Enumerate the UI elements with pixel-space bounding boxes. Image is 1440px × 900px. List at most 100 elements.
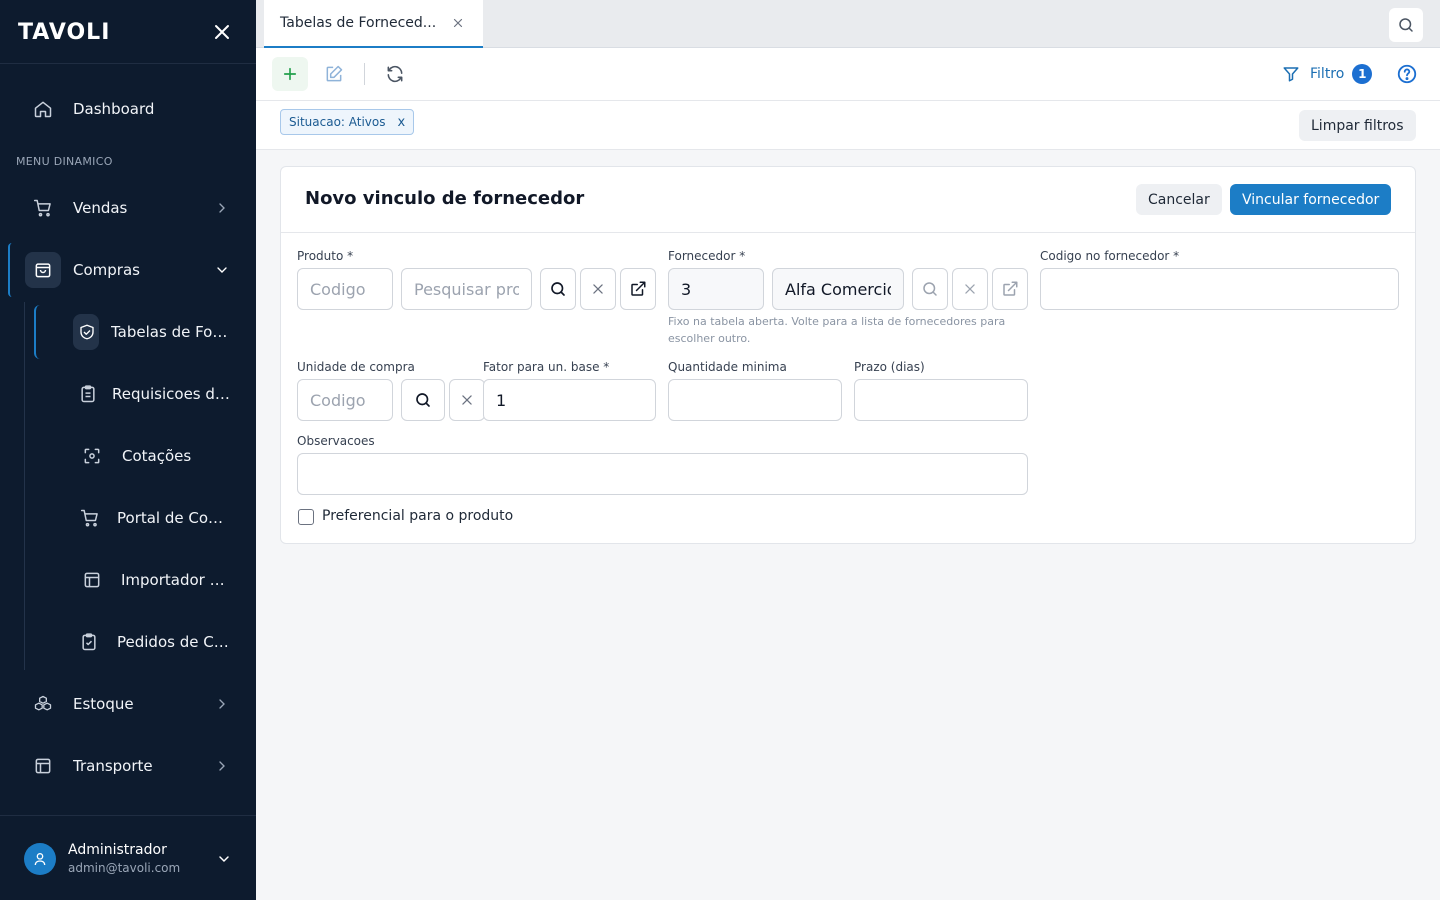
sidebar-subitem-label: Pedidos de Compra (117, 633, 232, 651)
sidebar: TAVOLI Dashboard MENU DINAMICO Vendas Co… (0, 0, 256, 900)
filter-icon (1282, 65, 1300, 83)
unidade-clear-button[interactable] (449, 379, 485, 421)
filter-chip-label: Situacao: Ativos (289, 115, 386, 129)
clear-filters-button[interactable]: Limpar filtros (1299, 110, 1416, 141)
form-header: Novo vinculo de fornecedor Cancelar Vinc… (281, 167, 1415, 233)
codigo-fornecedor-input[interactable] (1040, 268, 1399, 310)
search-icon (921, 280, 939, 298)
filter-count-badge: 1 (1352, 64, 1373, 84)
preferencial-label: Preferencial para o produto (322, 508, 514, 524)
sidebar-subitem-tabelas-fornecedores[interactable]: Tabelas de Fornecedores (0, 309, 256, 355)
sidebar-item-label: Compras (73, 261, 140, 279)
menu-section-label: MENU DINAMICO (16, 155, 113, 168)
sidebar-item-transporte[interactable]: Transporte (0, 743, 256, 789)
search-icon (549, 280, 567, 298)
unidade-codigo-input[interactable] (297, 379, 393, 421)
produto-open-button[interactable] (620, 268, 656, 310)
sidebar-subitem-portal-compras[interactable]: Portal de Compras (0, 495, 256, 541)
add-button[interactable] (272, 57, 308, 91)
refresh-icon (385, 64, 405, 84)
unidade-compra-label: Unidade de compra (297, 360, 415, 374)
layout-icon (33, 756, 53, 776)
quantidade-minima-input[interactable] (668, 379, 842, 421)
sidebar-item-dashboard[interactable]: Dashboard (0, 86, 256, 132)
handshake-icon (78, 322, 98, 342)
chevron-right-icon (214, 758, 230, 774)
filter-label: Filtro (1310, 66, 1345, 82)
cart-icon (33, 198, 53, 218)
preferencial-checkbox[interactable] (298, 509, 314, 525)
sidebar-divider (0, 63, 256, 64)
external-link-icon (629, 280, 647, 298)
user-panel[interactable]: Administrador admin@tavoli.com (0, 815, 256, 900)
refresh-button[interactable] (377, 57, 413, 91)
sidebar-item-estoque[interactable]: Estoque (0, 681, 256, 727)
edit-button[interactable] (316, 57, 352, 91)
chevron-down-icon (214, 262, 230, 278)
quantidade-minima-label: Quantidade minima (668, 360, 787, 374)
produto-search-input[interactable] (401, 268, 532, 310)
sidebar-subitem-label: Tabelas de Fornecedores (111, 323, 229, 341)
prazo-input[interactable] (854, 379, 1028, 421)
sidebar-subitem-label: Portal de Compras (117, 509, 232, 527)
shopping-bag-icon (33, 260, 53, 280)
submenu-guide-line (24, 302, 25, 670)
close-icon[interactable] (452, 17, 464, 29)
sidebar-subitem-requisicoes[interactable]: Requisicoes de Compra (0, 371, 256, 417)
fator-label: Fator para un. base * (483, 360, 610, 374)
edit-icon (324, 64, 344, 84)
observacoes-label: Observacoes (297, 434, 375, 448)
fornecedor-codigo-input[interactable] (668, 268, 764, 310)
scan-icon (82, 446, 102, 466)
chevron-down-icon[interactable] (216, 851, 232, 867)
prazo-label: Prazo (dias) (854, 360, 925, 374)
close-sidebar-icon[interactable] (210, 20, 234, 44)
clipboard-check-icon (79, 632, 99, 652)
produto-codigo-input[interactable] (297, 268, 393, 310)
observacoes-input[interactable] (297, 453, 1028, 495)
produto-label: Produto * (297, 249, 354, 263)
sidebar-subitem-importador-xml[interactable]: Importador XML (0, 557, 256, 603)
close-icon (460, 393, 474, 407)
sidebar-subitem-pedidos-compra[interactable]: Pedidos de Compra (0, 619, 256, 665)
sidebar-subitem-label: Requisicoes de Compra (112, 385, 232, 403)
sidebar-item-label: Dashboard (73, 100, 155, 118)
avatar (24, 843, 56, 875)
fornecedor-open-button[interactable] (992, 268, 1028, 310)
help-icon[interactable] (1396, 63, 1418, 85)
global-search-button[interactable] (1389, 8, 1423, 42)
active-filters-bar: Situacao: Ativos x Limpar filtros (256, 101, 1440, 150)
fator-input[interactable] (483, 379, 656, 421)
sidebar-item-compras[interactable]: Compras (0, 247, 256, 293)
user-name: Administrador (68, 842, 167, 858)
link-supplier-button[interactable]: Vincular fornecedor (1230, 184, 1392, 215)
boxes-icon (33, 694, 53, 714)
fornecedor-search-button[interactable] (912, 268, 948, 310)
fornecedor-label: Fornecedor * (668, 249, 746, 263)
remove-filter-button[interactable]: x (398, 115, 406, 130)
produto-search-button[interactable] (540, 268, 576, 310)
filter-button[interactable]: Filtro 1 (1282, 62, 1373, 86)
close-icon (963, 282, 977, 296)
table-icon (82, 570, 102, 590)
external-link-icon (1001, 280, 1019, 298)
sidebar-subitem-label: Importador XML (121, 571, 231, 589)
tab-tabelas-fornecedores[interactable]: Tabelas de Forneced... (264, 0, 483, 48)
tab-label: Tabelas de Forneced... (280, 15, 437, 31)
supplier-link-form: Novo vinculo de fornecedor Cancelar Vinc… (280, 166, 1416, 544)
form-title: Novo vinculo de fornecedor (305, 188, 585, 209)
sidebar-item-vendas[interactable]: Vendas (0, 185, 256, 231)
unidade-search-button[interactable] (401, 379, 445, 421)
sidebar-subitem-cotacoes[interactable]: Cotações (0, 433, 256, 479)
plus-icon (281, 65, 299, 83)
toolbar-separator (364, 63, 365, 85)
sidebar-item-label: Vendas (73, 199, 128, 217)
close-icon (591, 282, 605, 296)
user-email: admin@tavoli.com (68, 861, 181, 875)
fornecedor-clear-button[interactable] (952, 268, 988, 310)
produto-clear-button[interactable] (580, 268, 616, 310)
fornecedor-nome-input[interactable] (772, 268, 904, 310)
cancel-button[interactable]: Cancelar (1136, 184, 1222, 215)
filter-chip: Situacao: Ativos x (280, 109, 415, 135)
search-icon (1397, 16, 1415, 34)
